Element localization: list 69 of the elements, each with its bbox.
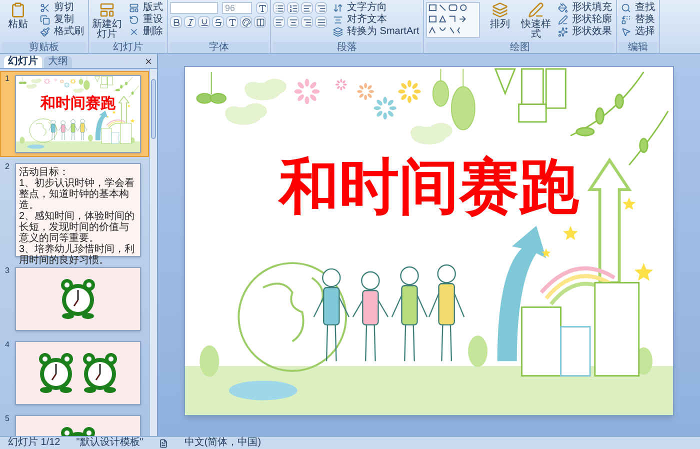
group-label: 字体 bbox=[170, 42, 268, 53]
status-text: 中文(简体，中国) bbox=[184, 438, 262, 448]
ribbon-large-button[interactable]: 新建幻灯片 bbox=[91, 2, 123, 40]
button-icon bbox=[40, 3, 50, 13]
frog-clock-drawing bbox=[80, 352, 120, 394]
ribbon-button[interactable]: 格式刷 bbox=[38, 26, 86, 38]
ribbon-button[interactable]: 转换为 SmartArt bbox=[331, 26, 422, 38]
ribbon-button[interactable]: 对齐文本 bbox=[331, 14, 422, 26]
slide-number: 1 bbox=[5, 75, 10, 85]
ribbon-button[interactable]: 版式 bbox=[127, 2, 165, 14]
group-label: 段落 bbox=[273, 42, 422, 53]
button-icon bbox=[129, 15, 139, 25]
slide-text: 3、培养幼儿珍惜时间，利用时间的良好习惯。 bbox=[19, 244, 136, 266]
button-icon bbox=[333, 27, 343, 37]
panel-tab[interactable]: 幻灯片 bbox=[4, 56, 42, 68]
ribbon-large-button[interactable]: 快速样式 bbox=[520, 2, 552, 40]
ribbon-button[interactable]: 形状轮廓 bbox=[556, 14, 614, 26]
group-label: 绘图 bbox=[426, 42, 614, 53]
button-icon bbox=[40, 15, 50, 25]
ribbon-button[interactable]: 查找 bbox=[619, 2, 658, 14]
close-icon[interactable] bbox=[144, 57, 153, 66]
slide-number: 2 bbox=[5, 163, 10, 173]
shapes-gallery[interactable] bbox=[426, 2, 480, 38]
button-icon bbox=[621, 15, 632, 25]
ribbon-button[interactable]: 重设 bbox=[127, 14, 165, 26]
button-icon bbox=[558, 3, 568, 13]
frog-clock-drawing bbox=[58, 278, 98, 320]
slide-text: 1、初步认识时钟，学会看整点，知道时钟的基本构造。 bbox=[19, 178, 136, 211]
button-icon bbox=[558, 15, 568, 25]
slide-title: 和时间赛跑 bbox=[279, 157, 579, 217]
slide-title: 和时间赛跑 bbox=[40, 96, 116, 111]
button-icon bbox=[129, 3, 139, 13]
button-icon bbox=[99, 2, 115, 18]
group-label: 编辑 bbox=[619, 42, 658, 53]
slide-thumbnail[interactable]: 1 和时间赛跑 bbox=[0, 71, 149, 157]
button-icon bbox=[333, 15, 343, 25]
button-icon bbox=[558, 27, 568, 37]
ribbon-large-button[interactable]: 排列 bbox=[484, 2, 516, 40]
group-label: 剪贴板 bbox=[2, 42, 86, 53]
ribbon-button[interactable]: 形状填充 bbox=[556, 2, 614, 14]
ribbon-button[interactable]: 文字方向 bbox=[331, 2, 422, 14]
button-icon bbox=[40, 27, 50, 37]
frog-clock-drawing bbox=[36, 352, 76, 394]
slide-text: 2、感知时间，体验时间的长短，发现时间的价值与意义的同等重要。 bbox=[19, 211, 136, 244]
slide-number: 3 bbox=[5, 267, 10, 277]
panel-tab[interactable]: 大纲 bbox=[44, 56, 72, 68]
status-text: "默认设计模板" bbox=[76, 438, 144, 448]
ribbon-button[interactable]: 删除 bbox=[127, 26, 165, 38]
button-icon bbox=[528, 2, 544, 18]
scrollbar[interactable] bbox=[149, 69, 157, 436]
group-label: 幻灯片 bbox=[91, 42, 165, 53]
button-icon bbox=[492, 2, 508, 18]
button-icon bbox=[129, 27, 139, 37]
toolbar-icon[interactable] bbox=[240, 16, 252, 28]
ribbon-button[interactable]: 替换 bbox=[619, 14, 658, 26]
font-name-field[interactable] bbox=[170, 2, 218, 14]
status-text: 幻灯片 1/12 bbox=[8, 438, 60, 448]
ribbon-button[interactable]: 形状效果 bbox=[556, 26, 614, 38]
button-icon bbox=[621, 27, 632, 37]
button-icon bbox=[333, 3, 343, 13]
ribbon-button[interactable]: 剪切 bbox=[38, 2, 86, 14]
ribbon-large-button[interactable]: 粘贴 bbox=[2, 2, 34, 40]
button-icon bbox=[10, 2, 26, 18]
slide-number: 4 bbox=[5, 341, 10, 351]
button-icon bbox=[621, 3, 632, 13]
ribbon-button[interactable]: 复制 bbox=[38, 14, 86, 26]
slide-text: 活动目标： bbox=[19, 167, 70, 178]
slide-number: 5 bbox=[5, 415, 10, 425]
ribbon-button[interactable]: 选择 bbox=[619, 26, 658, 38]
